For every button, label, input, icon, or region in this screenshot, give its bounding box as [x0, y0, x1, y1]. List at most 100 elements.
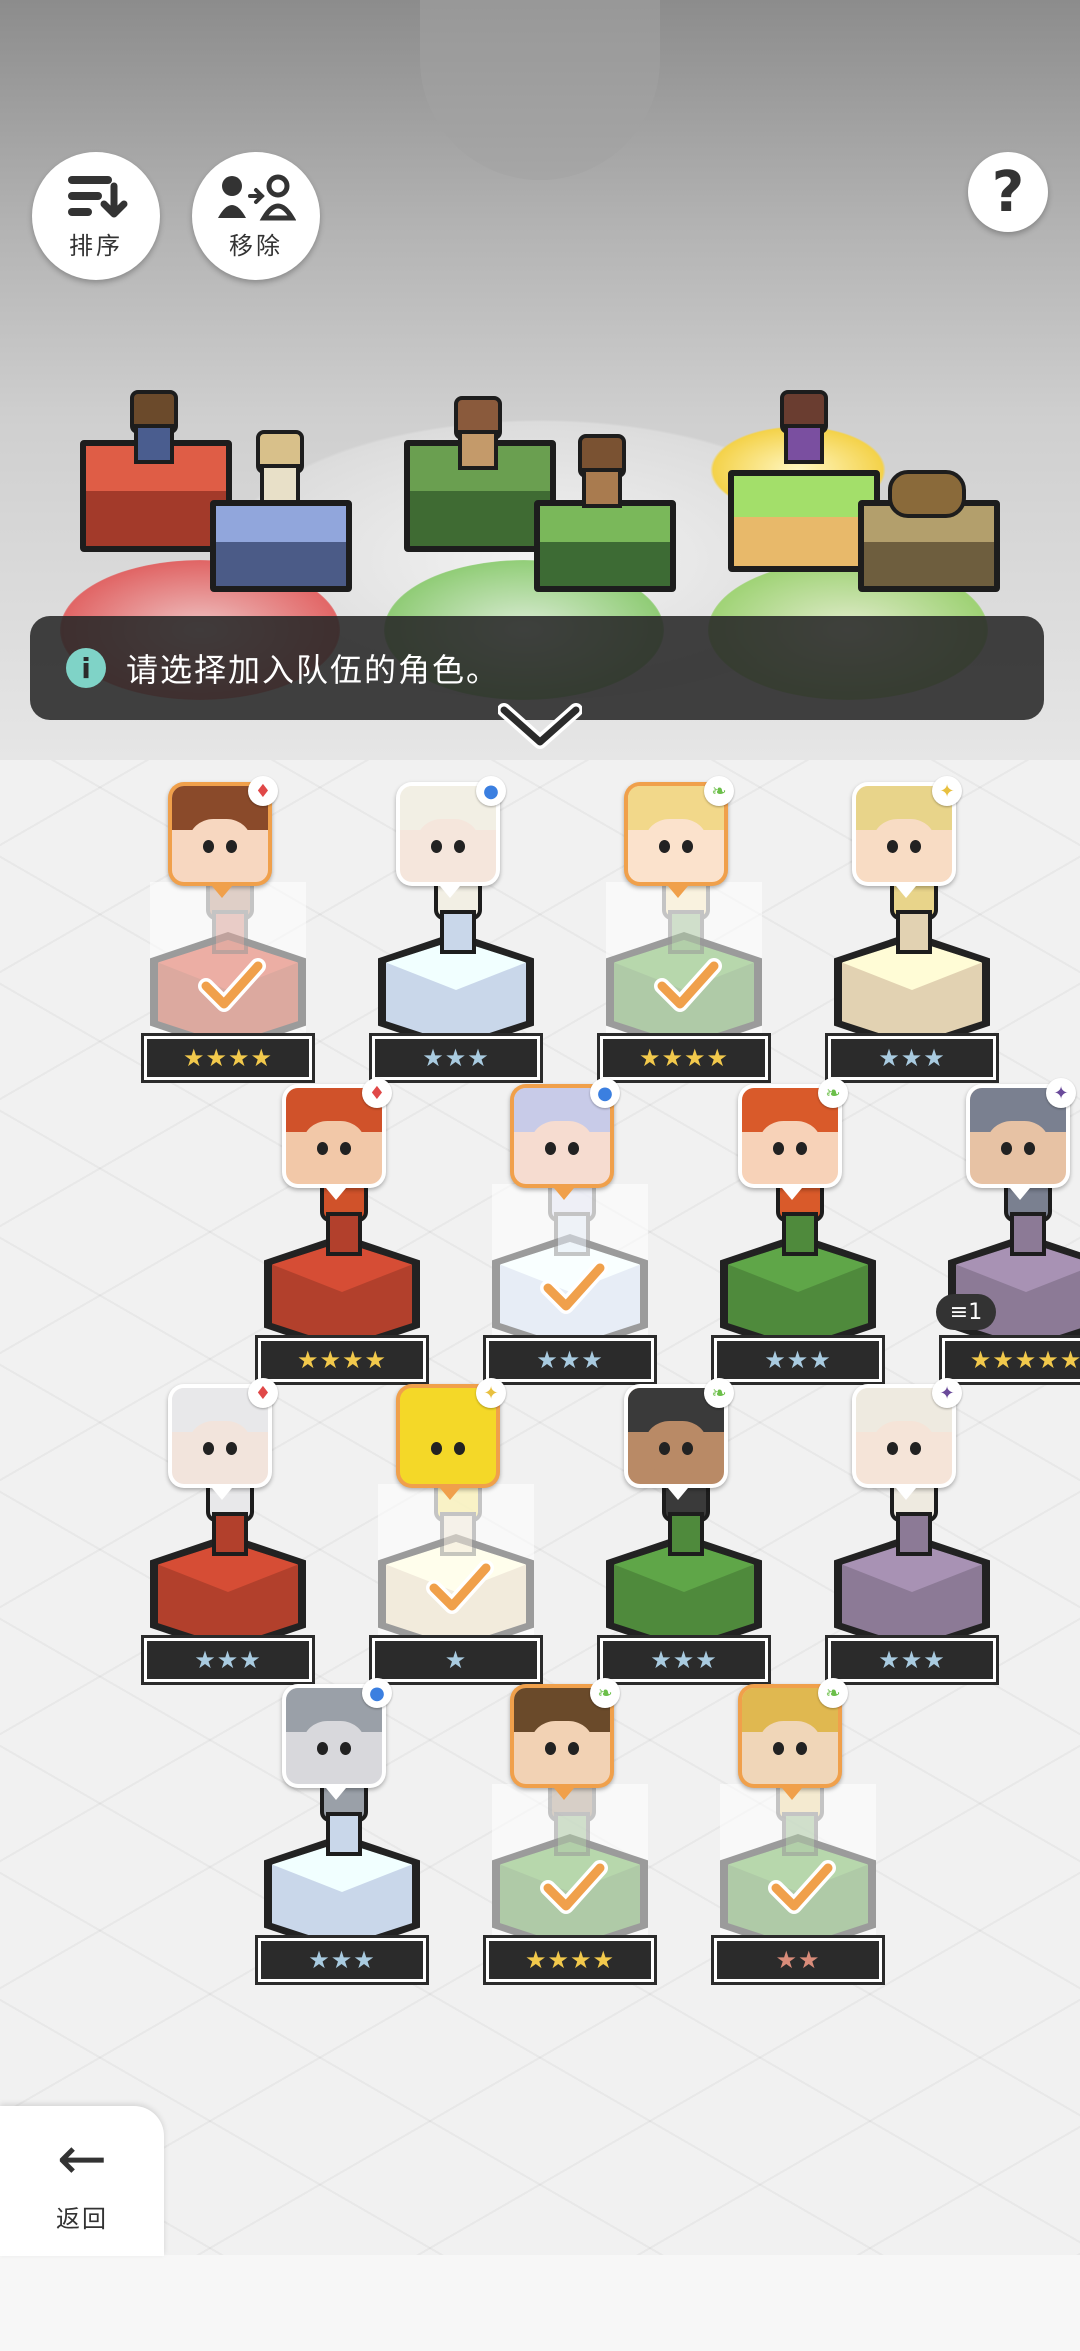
- element-earth-icon: ❧: [590, 1678, 620, 1708]
- element-dark-icon: ✦: [932, 1378, 962, 1408]
- character-card[interactable]: ❧ ★★★: [711, 1078, 890, 1394]
- star-rating-text: ★★★★: [182, 1044, 274, 1072]
- element-earth-icon: ❧: [704, 776, 734, 806]
- character-card[interactable]: ♦ ★★★★: [141, 776, 320, 1092]
- star-rating-text: ★★★: [650, 1646, 718, 1674]
- element-light-icon: ✦: [932, 776, 962, 806]
- team-member-sprite: [122, 390, 178, 464]
- star-rating: ★★★: [825, 1635, 999, 1685]
- star-rating-text: ★★★★: [296, 1346, 388, 1374]
- star-rating: ★★: [711, 1935, 885, 1985]
- character-portrait[interactable]: ✦: [852, 1378, 962, 1500]
- star-rating: ★★★: [825, 1033, 999, 1083]
- character-portrait[interactable]: ❧: [510, 1678, 620, 1800]
- duplicate-count-badge: ≡ 1: [936, 1294, 996, 1330]
- star-rating-text: ★★: [775, 1946, 821, 1974]
- help-button[interactable]: ?: [968, 152, 1048, 232]
- element-fire-icon: ♦: [248, 776, 278, 806]
- team-block: [210, 500, 352, 592]
- star-rating: ★★★: [255, 1935, 429, 1985]
- character-portrait[interactable]: ❧: [738, 1678, 848, 1800]
- star-rating-text: ★★★: [764, 1346, 832, 1374]
- star-rating-text: ★★★★: [638, 1044, 730, 1072]
- character-card[interactable]: ● ★★★: [369, 776, 548, 1092]
- character-portrait[interactable]: ♦: [168, 1378, 278, 1500]
- star-rating: ★★★: [369, 1033, 543, 1083]
- character-portrait[interactable]: ✦: [966, 1078, 1076, 1200]
- character-card[interactable]: ● ★★★: [255, 1678, 434, 1994]
- star-rating-text: ★★★: [194, 1646, 262, 1674]
- character-portrait[interactable]: ❧: [738, 1078, 848, 1200]
- character-card[interactable]: ❧ ★★★★: [483, 1678, 662, 1994]
- star-rating-text: ★★★★: [524, 1946, 616, 1974]
- element-earth-icon: ❧: [704, 1378, 734, 1408]
- character-portrait[interactable]: ♦: [282, 1078, 392, 1200]
- remove-button[interactable]: 移除: [192, 152, 320, 280]
- element-dark-icon: ✦: [1046, 1078, 1076, 1108]
- element-fire-icon: ♦: [248, 1378, 278, 1408]
- star-rating: ★★★: [141, 1635, 315, 1685]
- element-fire-icon: ♦: [362, 1078, 392, 1108]
- character-card[interactable]: ✦ ★★★: [825, 776, 1004, 1092]
- character-card[interactable]: ♦ ★★★: [141, 1378, 320, 1694]
- checkmark-icon: [654, 958, 722, 1012]
- star-rating: ★★★★: [597, 1033, 771, 1083]
- star-rating-text: ★★★: [878, 1646, 946, 1674]
- back-arrow-icon: ←: [56, 2123, 108, 2194]
- character-card[interactable]: ● ★★★: [483, 1078, 662, 1394]
- element-earth-icon: ❧: [818, 1678, 848, 1708]
- star-rating: ★★★: [597, 1635, 771, 1685]
- character-portrait[interactable]: ✦: [396, 1378, 506, 1500]
- star-rating: ★★★: [711, 1335, 885, 1385]
- star-rating-text: ★★★★★: [969, 1346, 1080, 1374]
- star-rating: ★★★: [483, 1335, 657, 1385]
- character-card[interactable]: ❧ ★★★: [597, 1378, 776, 1694]
- character-portrait[interactable]: ●: [396, 776, 506, 898]
- checkmark-icon: [540, 1860, 608, 1914]
- character-card[interactable]: ❧ ★★: [711, 1678, 890, 1994]
- collapse-chevron-down-icon[interactable]: [498, 700, 582, 750]
- element-earth-icon: ❧: [818, 1078, 848, 1108]
- team-member-sprite: [888, 470, 966, 518]
- character-portrait[interactable]: ❧: [624, 1378, 734, 1500]
- star-rating: ★★★★★: [939, 1335, 1080, 1385]
- character-card[interactable]: ✦ ≡ 1 ★★★★★: [936, 1078, 1080, 1394]
- back-button[interactable]: ← 返回: [0, 2106, 164, 2256]
- element-light-icon: ✦: [476, 1378, 506, 1408]
- character-card[interactable]: ✦ ★: [369, 1378, 548, 1694]
- sort-button[interactable]: 排序: [32, 152, 160, 280]
- character-portrait[interactable]: ♦: [168, 776, 278, 898]
- star-rating-text: ★★★: [536, 1346, 604, 1374]
- checkmark-icon: [426, 1560, 494, 1614]
- star-rating-text: ★★★: [308, 1946, 376, 1974]
- character-card[interactable]: ❧ ★★★★: [597, 776, 776, 1092]
- star-rating-text: ★★★: [878, 1044, 946, 1072]
- character-portrait[interactable]: ✦: [852, 776, 962, 898]
- star-rating-text: ★★★: [422, 1044, 490, 1072]
- character-card[interactable]: ♦ ★★★★: [255, 1078, 434, 1394]
- character-card[interactable]: ✦ ★★★: [825, 1378, 1004, 1694]
- remove-label: 移除: [229, 231, 283, 260]
- team-member-sprite: [772, 390, 828, 464]
- remove-member-icon: [218, 174, 296, 220]
- info-icon: i: [66, 648, 106, 688]
- star-rating: ★★★★: [255, 1335, 429, 1385]
- team-member-sprite: [570, 434, 626, 508]
- checkmark-icon: [768, 1860, 836, 1914]
- checkmark-icon: [540, 1260, 608, 1314]
- character-portrait[interactable]: ●: [282, 1678, 392, 1800]
- help-icon: ?: [991, 159, 1025, 225]
- team-member-sprite: [248, 430, 304, 504]
- character-portrait[interactable]: ●: [510, 1078, 620, 1200]
- element-water-icon: ●: [590, 1078, 620, 1108]
- duplicate-count: 1: [968, 1299, 983, 1325]
- notice-text: 请选择加入队伍的角色。: [126, 651, 501, 689]
- star-rating: ★: [369, 1635, 543, 1685]
- star-rating-text: ★: [444, 1646, 468, 1674]
- back-label: 返回: [56, 2204, 108, 2233]
- bottom-bar: [0, 2255, 1080, 2351]
- team-block: [534, 500, 676, 592]
- element-water-icon: ●: [476, 776, 506, 806]
- sort-label: 排序: [69, 231, 123, 260]
- character-portrait[interactable]: ❧: [624, 776, 734, 898]
